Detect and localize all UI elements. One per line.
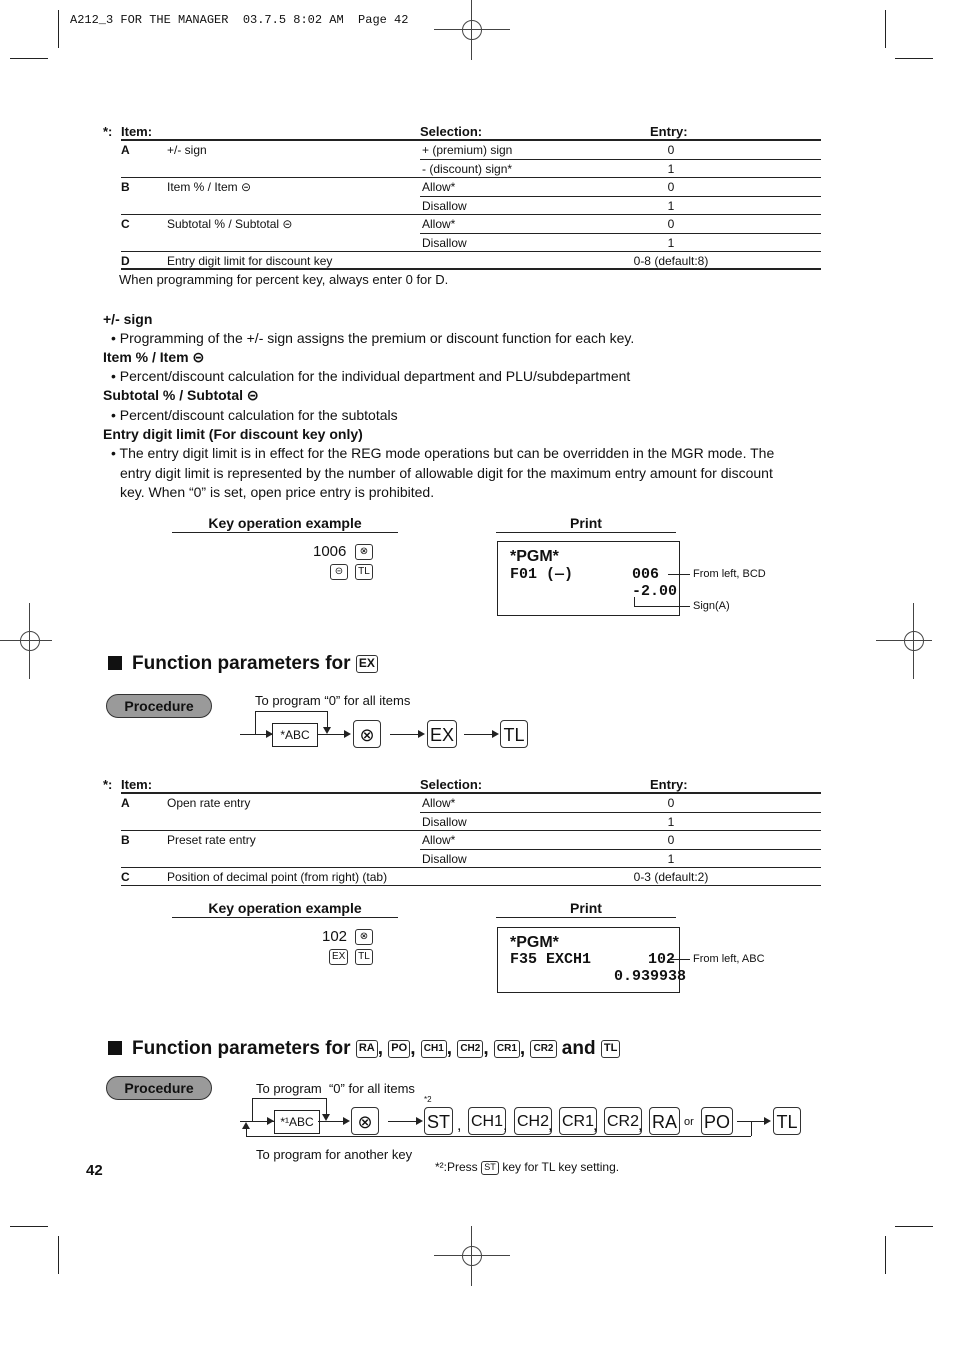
explanation-title: +/- sign <box>103 311 153 327</box>
callout-label: From left, BCD <box>693 568 766 580</box>
ch2-key-icon[interactable]: CH2 <box>514 1107 553 1135</box>
explanation-title: Entry digit limit (For discount key only… <box>103 426 363 442</box>
crop-mark <box>58 1236 59 1274</box>
crop-mark <box>10 58 48 59</box>
crop-mark <box>885 10 886 48</box>
footnote: *²:Press ST key for TL key setting. <box>435 1160 620 1175</box>
ch2-key-icon: CH2 <box>457 1039 484 1058</box>
explanation-title: Item % / Item ⊝ <box>103 349 205 365</box>
explanation-text: key. When “0” is set, open price entry i… <box>120 484 435 500</box>
tl-key-icon[interactable]: TL <box>773 1107 801 1135</box>
crop-mark <box>895 58 933 59</box>
explanation-text: • The entry digit limit is in effect for… <box>111 445 775 461</box>
registration-mark-left <box>0 603 68 679</box>
table-asterisk: *: <box>103 124 113 139</box>
receipt-line: F35 EXCH1 <box>510 951 592 968</box>
crop-mark <box>895 1226 933 1227</box>
entry-number: 1006 <box>313 543 347 560</box>
procedure-badge: Procedure <box>106 694 212 718</box>
explanation-title: Subtotal % / Subtotal ⊝ <box>103 387 259 403</box>
column-header-item: Item: <box>121 124 153 139</box>
ch1-key-icon[interactable]: CH1 <box>468 1107 507 1135</box>
loop-label: To program “0” for all items <box>255 693 411 708</box>
print-header: A212_3 FOR THE MANAGER 03.7.5 8:02 AM Pa… <box>70 13 409 27</box>
tl-key-icon: TL <box>355 949 373 965</box>
return-loop-label: To program for another key <box>256 1147 413 1162</box>
column-header-selection: Selection: <box>420 777 483 792</box>
ex-key-icon: EX <box>329 949 349 965</box>
crop-mark <box>58 10 59 48</box>
print-label: Print <box>570 900 602 916</box>
multiply-key-icon: ⊗ <box>351 1107 379 1135</box>
receipt-line: F01 (—) <box>510 566 574 583</box>
key-operation-label: Key operation example <box>208 515 362 531</box>
multiply-key-icon: ⊗ <box>353 720 381 748</box>
receipt-print: *PGM* F35 EXCH1 102 0.939938 <box>497 927 686 993</box>
crop-mark <box>885 1236 886 1274</box>
explanation-text: • Programming of the +/- sign assigns th… <box>111 330 635 346</box>
section-bullet-icon <box>108 656 122 670</box>
ra-key-icon: RA <box>355 1039 378 1058</box>
tl-key-icon: TL <box>355 564 373 580</box>
explanation-text: • Percent/discount calculation for the i… <box>111 368 631 384</box>
crop-mark <box>10 1226 48 1227</box>
column-header-selection: Selection: <box>420 124 483 139</box>
po-key-icon: PO <box>388 1039 411 1058</box>
tl-key-icon: TL <box>500 720 528 748</box>
cr1-key-icon: CR1 <box>493 1039 520 1058</box>
column-header-entry: Entry: <box>650 124 688 139</box>
section-title-ex: Function parameters for EX <box>108 653 378 675</box>
cr1-key-icon[interactable]: CR1 <box>559 1107 598 1135</box>
receipt-line: 006 <box>632 566 660 583</box>
footnote-mark: *2 <box>424 1095 432 1104</box>
st-key-icon[interactable]: ST <box>424 1107 454 1135</box>
loop-label: To program “0” for all items <box>256 1081 415 1096</box>
key-operation-label: Key operation example <box>208 900 362 916</box>
callout-label: From left, ABC <box>693 953 765 965</box>
explanation-text: entry digit limit is represented by the … <box>120 465 773 481</box>
tl-key-icon: TL <box>600 1039 621 1058</box>
column-header-item: Item: <box>121 777 153 792</box>
ex-key-icon: EX <box>427 720 458 748</box>
abc-entry-box: *¹ABC <box>274 1110 320 1134</box>
column-header-entry: Entry: <box>650 777 688 792</box>
minus-key-icon: ⊝ <box>330 564 348 580</box>
table-note: When programming for percent key, always… <box>119 272 449 287</box>
receipt-line: *PGM* <box>510 548 559 565</box>
print-label: Print <box>570 515 602 531</box>
receipt-line: 0.939938 <box>614 968 687 985</box>
page-number: 42 <box>86 1162 103 1179</box>
multiply-key-icon: ⊗ <box>355 544 373 560</box>
explanation-text: • Percent/discount calculation for the s… <box>111 407 398 423</box>
cr2-key-icon[interactable]: CR2 <box>604 1107 643 1135</box>
or-label: or <box>684 1116 694 1128</box>
registration-mark-top <box>434 0 510 60</box>
st-key-icon: ST <box>481 1160 500 1175</box>
registration-mark-right <box>876 603 952 679</box>
procedure-badge: Procedure <box>106 1076 212 1100</box>
ra-key-icon[interactable]: RA <box>649 1107 681 1135</box>
cr2-key-icon: CR2 <box>530 1039 557 1058</box>
table-asterisk: *: <box>103 777 113 792</box>
ch1-key-icon: CH1 <box>420 1039 447 1058</box>
registration-mark-bottom <box>434 1226 510 1286</box>
section-bullet-icon <box>108 1041 122 1055</box>
po-key-icon[interactable]: PO <box>701 1107 734 1135</box>
section-title-ra-po: Function parameters for RA, PO, CH1, CH2… <box>108 1038 621 1060</box>
receipt-print: *PGM* F01 (—) 006 -2.00 <box>497 541 680 616</box>
callout-label: Sign(A) <box>693 600 730 612</box>
entry-number: 102 <box>322 928 348 945</box>
ex-key-icon: EX <box>355 654 378 673</box>
receipt-line: -2.00 <box>632 583 678 600</box>
multiply-key-icon: ⊗ <box>355 929 373 945</box>
abc-entry-box: *ABC <box>272 723 318 747</box>
receipt-line: *PGM* <box>510 934 559 951</box>
